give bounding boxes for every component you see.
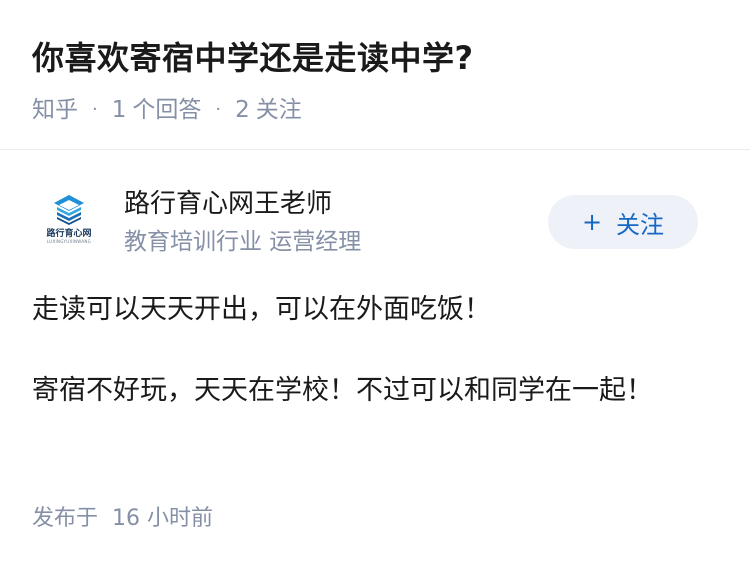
avatar[interactable]: 路行育心网 LUXINGYUXINWANG xyxy=(40,193,98,251)
follow-count-label[interactable]: 关注 xyxy=(256,94,302,126)
author-card: 路行育心网 LUXINGYUXINWANG 路行育心网王老师 教育培训行业 运营… xyxy=(0,175,750,265)
follow-count: 2 xyxy=(235,97,250,123)
publish-info: 发布于 16 小时前 xyxy=(32,503,213,535)
answer-count-label[interactable]: 个回答 xyxy=(132,94,201,126)
answer-paragraph: 寄宿不好玩，天天在学校！不过可以和同学在一起！ xyxy=(32,375,653,406)
published-label: 发布于 xyxy=(32,506,99,531)
answer-count: 1 xyxy=(111,97,127,123)
answer-paragraph: 走读可以天天开出，可以在外面吃饭！ xyxy=(32,294,491,325)
answer-content: 走读可以天天开出，可以在外面吃饭！ 寄宿不好玩，天天在学校！不过可以和同学在一起… xyxy=(32,288,712,412)
author-name[interactable]: 路行育心网王老师 xyxy=(124,187,332,221)
question-meta: 知乎 · 1 个回答 · 2 关注 xyxy=(32,94,302,126)
meta-separator: · xyxy=(215,99,222,120)
source-label: 知乎 xyxy=(32,97,78,123)
question-title[interactable]: 你喜欢寄宿中学还是走读中学? xyxy=(32,36,474,80)
plus-icon: + xyxy=(581,208,603,236)
logo-text: 路行育心网 xyxy=(46,229,92,239)
meta-separator: · xyxy=(92,99,98,120)
author-description: 教育培训行业 运营经理 xyxy=(124,229,362,255)
question-header: 你喜欢寄宿中学还是走读中学? 知乎 · 1 个回答 · 2 关注 xyxy=(0,0,750,150)
follow-button-label: 关注 xyxy=(616,210,665,239)
published-time: 16 小时前 xyxy=(112,506,214,531)
follow-button[interactable]: + 关注 xyxy=(548,195,698,249)
logo-subtext: LUXINGYUXINWANG xyxy=(46,239,92,244)
building-logo-icon xyxy=(54,195,84,225)
